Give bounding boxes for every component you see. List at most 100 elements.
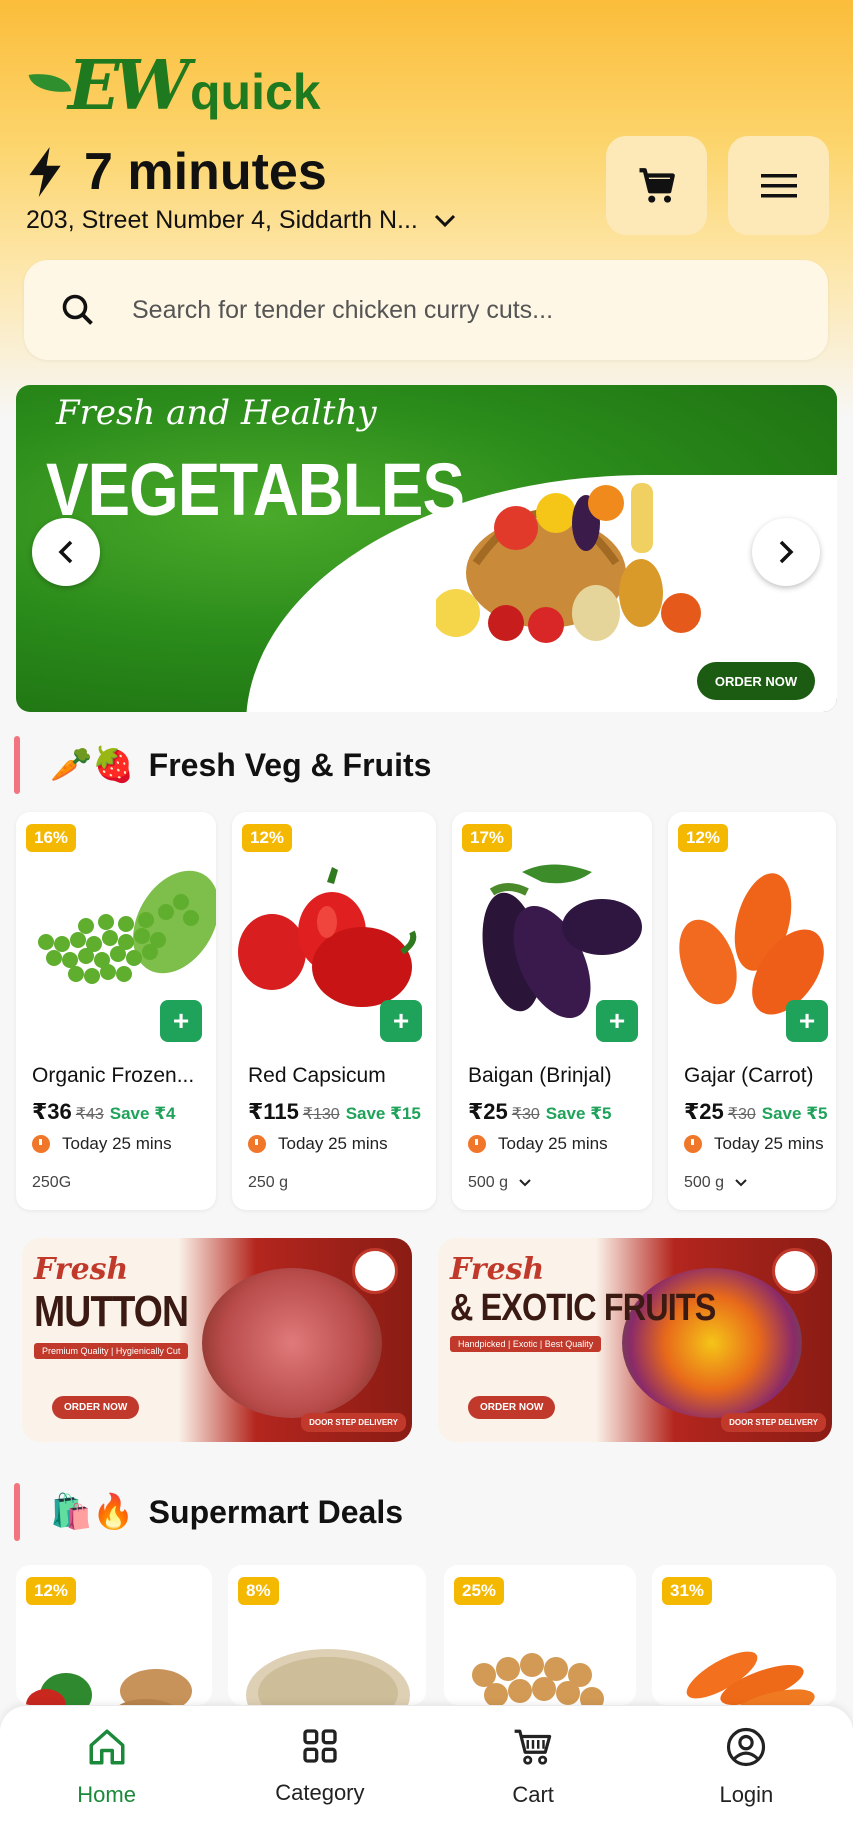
quantity-text: 250 g bbox=[248, 1174, 289, 1191]
bottom-tab-bar: Home Category Cart Login bbox=[0, 1706, 853, 1843]
promo-order-button[interactable]: ORDER NOW bbox=[468, 1396, 556, 1419]
product-card[interactable]: 12% + Red Capsicum ₹115 ₹130 Save ₹15 To… bbox=[232, 812, 436, 1210]
product-name: Red Capsicum bbox=[248, 1064, 386, 1087]
product-name: Organic Frozen... bbox=[32, 1064, 195, 1087]
search-bar[interactable]: Search for tender chicken curry cuts... bbox=[24, 260, 828, 360]
vegetable-basket-image bbox=[436, 483, 701, 643]
product-price: ₹25 bbox=[468, 1099, 508, 1124]
carrot-strawberry-icon: 🥕🍓 bbox=[50, 746, 135, 784]
clock-icon bbox=[468, 1135, 486, 1153]
chickpeas-image bbox=[472, 1653, 604, 1705]
vegetables-image bbox=[26, 1669, 192, 1705]
product-card[interactable]: 16% + Organic Frozen... ₹36 ₹43 Save ₹4 … bbox=[16, 812, 216, 1210]
search-icon bbox=[62, 294, 93, 325]
chevron-down-icon bbox=[434, 214, 455, 227]
search-input[interactable]: Search for tender chicken curry cuts... bbox=[132, 296, 553, 325]
quantity-text: 500 g bbox=[468, 1174, 509, 1191]
section-accent-bar bbox=[14, 1483, 20, 1541]
add-to-cart-button[interactable]: + bbox=[596, 1000, 638, 1042]
door-step-delivery-badge: DOOR STEP DELIVERY bbox=[301, 1413, 406, 1432]
product-card[interactable]: 12% + Gajar (Carrot) ₹25 ₹30 Save ₹5 Tod… bbox=[668, 812, 836, 1210]
deal-card[interactable]: 8% bbox=[228, 1565, 426, 1705]
product-name: Baigan (Brinjal) bbox=[468, 1064, 612, 1087]
add-to-cart-button[interactable]: + bbox=[786, 1000, 828, 1042]
promo-title: & EXOTIC FRUITS bbox=[450, 1287, 716, 1329]
quantity-selector[interactable]: 500 g bbox=[468, 1174, 532, 1192]
carrots-image bbox=[686, 1651, 815, 1705]
address-text: 203, Street Number 4, Siddarth N... bbox=[26, 206, 418, 234]
discount-badge: 12% bbox=[26, 1577, 77, 1605]
product-price: ₹115 bbox=[248, 1099, 299, 1124]
clock-icon bbox=[684, 1135, 702, 1153]
menu-button[interactable] bbox=[728, 136, 829, 235]
delivery-time: 7 minutes bbox=[84, 143, 327, 201]
section-supermart-header: 🛍️🔥 Supermart Deals bbox=[0, 1482, 403, 1542]
product-savings: Save ₹5 bbox=[761, 1104, 828, 1123]
app-logo[interactable]: EW quick bbox=[28, 48, 330, 124]
deal-card[interactable]: 12% bbox=[16, 1565, 212, 1705]
add-to-cart-button[interactable]: + bbox=[380, 1000, 422, 1042]
tab-cart[interactable]: Cart bbox=[427, 1706, 640, 1843]
tab-label: Home bbox=[77, 1782, 136, 1807]
promo-fresh-label: Fresh bbox=[34, 1252, 129, 1287]
banner-title: VEGETABLES bbox=[46, 448, 465, 531]
mutton-image bbox=[202, 1268, 382, 1418]
delivery-eta: 7 minutes bbox=[26, 142, 327, 202]
banner-tagline: Fresh and Healthy bbox=[56, 393, 377, 433]
section-title: Fresh Veg & Fruits bbox=[148, 746, 432, 783]
cart-icon bbox=[514, 1729, 552, 1765]
promo-title: MUTTON bbox=[34, 1287, 189, 1336]
deal-card[interactable]: 25% bbox=[444, 1565, 636, 1705]
grid-icon bbox=[303, 1729, 337, 1763]
cart-icon bbox=[639, 167, 675, 203]
product-price: ₹25 bbox=[684, 1099, 724, 1124]
product-name: Gajar (Carrot) bbox=[684, 1064, 814, 1087]
quality-seal-icon bbox=[352, 1248, 398, 1294]
add-to-cart-button[interactable]: + bbox=[160, 1000, 202, 1042]
product-mrp: ₹130 bbox=[302, 1106, 340, 1123]
home-icon bbox=[89, 1729, 125, 1765]
discount-badge: 8% bbox=[238, 1577, 279, 1605]
discount-badge: 12% bbox=[242, 824, 293, 852]
promo-banner-exotic-fruits[interactable]: Fresh & EXOTIC FRUITS Handpicked | Exoti… bbox=[438, 1238, 832, 1442]
section-fresh-header: 🥕🍓 Fresh Veg & Fruits bbox=[0, 735, 431, 795]
address-selector[interactable]: 203, Street Number 4, Siddarth N... bbox=[26, 206, 456, 235]
discount-badge: 16% bbox=[26, 824, 77, 852]
quantity-selector[interactable]: 500 g bbox=[684, 1174, 748, 1192]
discount-badge: 17% bbox=[462, 824, 513, 852]
chevron-right-icon bbox=[779, 540, 794, 564]
user-icon bbox=[727, 1727, 766, 1767]
carousel-prev-button[interactable] bbox=[32, 518, 100, 586]
delivery-eta-row: Today 25 mins bbox=[32, 1134, 172, 1154]
product-mrp: ₹30 bbox=[511, 1106, 540, 1123]
product-savings: Save ₹5 bbox=[545, 1104, 612, 1123]
quality-seal-icon bbox=[772, 1248, 818, 1294]
eta-text: Today 25 mins bbox=[498, 1134, 608, 1153]
cart-button[interactable] bbox=[606, 136, 707, 235]
section-accent-bar bbox=[14, 736, 20, 794]
tab-login[interactable]: Login bbox=[640, 1706, 853, 1843]
promo-banner-mutton[interactable]: Fresh MUTTON Premium Quality | Hygienica… bbox=[22, 1238, 412, 1442]
product-mrp: ₹30 bbox=[727, 1106, 756, 1123]
deal-card[interactable]: 31% bbox=[652, 1565, 836, 1705]
rice-image bbox=[246, 1649, 410, 1705]
price-row: ₹25 ₹30 Save ₹5 bbox=[468, 1099, 611, 1125]
lightning-icon bbox=[29, 147, 61, 197]
promo-order-button[interactable]: ORDER NOW bbox=[52, 1396, 140, 1419]
product-card[interactable]: 17% + Baigan (Brinjal) ₹25 ₹30 Save ₹5 T… bbox=[452, 812, 652, 1210]
delivery-eta-row: Today 25 mins bbox=[248, 1134, 388, 1154]
product-savings: Save ₹15 bbox=[345, 1104, 421, 1123]
tab-label: Cart bbox=[512, 1782, 554, 1807]
eta-text: Today 25 mins bbox=[278, 1134, 388, 1153]
tab-label: Login bbox=[719, 1782, 774, 1807]
clock-icon bbox=[32, 1135, 50, 1153]
hamburger-icon bbox=[760, 173, 797, 197]
order-now-button[interactable]: ORDER NOW bbox=[697, 662, 815, 700]
tab-category[interactable]: Category bbox=[213, 1706, 426, 1843]
tab-label: Category bbox=[275, 1780, 365, 1805]
tab-home[interactable]: Home bbox=[0, 1706, 213, 1843]
product-price: ₹36 bbox=[32, 1099, 72, 1124]
discount-badge: 25% bbox=[454, 1577, 505, 1605]
hero-banner[interactable]: Fresh and Healthy VEGETABLES ORDER NOW bbox=[16, 385, 837, 712]
carousel-next-button[interactable] bbox=[752, 518, 820, 586]
